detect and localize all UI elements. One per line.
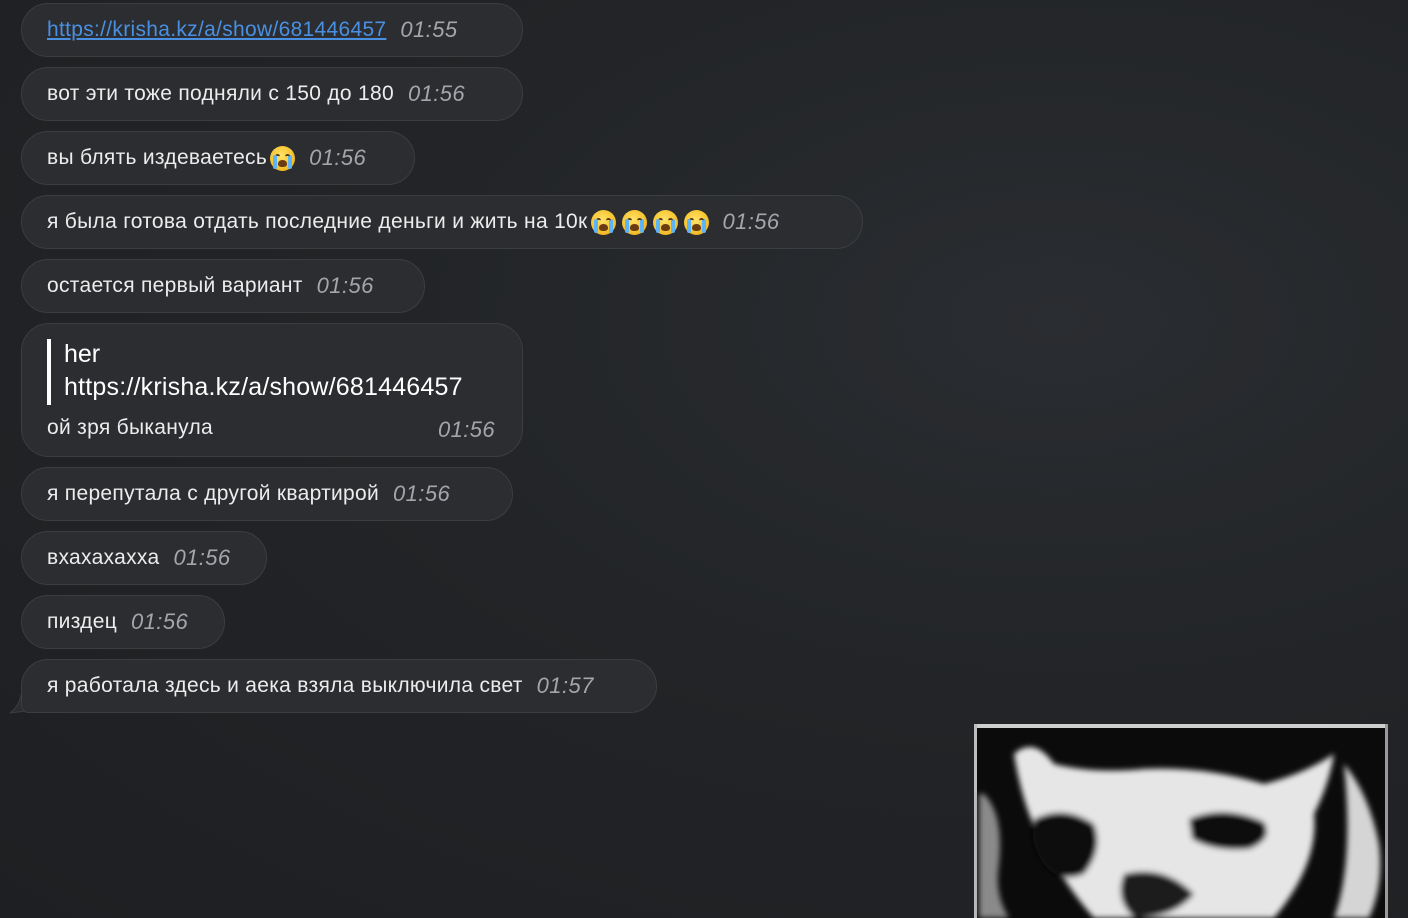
message-text: пиздец [47,610,118,633]
message-bubble[interactable]: https://krisha.kz/a/show/681446457 01:55 [21,3,523,57]
message-link[interactable]: https://krisha.kz/a/show/681446457 [47,18,386,42]
message-text: ой зря быканула [47,416,214,439]
message-bubble[interactable]: вхахахахха 01:56 [21,531,267,585]
message-text: вот эти тоже подняли с 150 до 180 [47,82,394,105]
message-time: 01:56 [437,417,495,442]
message-time: 01:56 [173,545,231,570]
reply-quote[interactable]: her https://krisha.kz/a/show/681446457 [47,339,463,405]
message-bubble[interactable]: я работала здесь и аека взяла выключила … [21,659,657,713]
message-time: 01:56 [316,273,374,298]
message-time: 01:56 [131,609,189,634]
message-text: вхахахахха [47,546,160,569]
photo-thumbnail[interactable] [974,724,1388,918]
reply-quoted-text: https://krisha.kz/a/show/681446457 [64,373,463,401]
loudly-crying-face-icon [270,145,296,171]
cow-image-icon [974,724,1388,918]
message-text: я работала здесь и аека взяла выключила … [47,674,523,697]
message-bubble[interactable]: я была готова отдать последние деньги и … [21,195,863,249]
message-time: 01:57 [536,673,594,698]
message-text: я перепутала с другой квартирой [47,482,380,505]
message-bubble[interactable]: вот эти тоже подняли с 150 до 180 01:56 [21,67,523,121]
message-text: вы блять издеваетесь [47,146,268,169]
chat-area: https://krisha.kz/a/show/681446457 01:55… [0,0,1408,918]
message-time: 01:56 [393,481,451,506]
message-text: я была готова отдать последние деньги и … [47,210,588,233]
message-bubble[interactable]: пиздец 01:56 [21,595,225,649]
loudly-crying-face-icon [683,209,709,235]
message-text: остается первый вариант [47,274,303,297]
message-bubble[interactable]: остается первый вариант 01:56 [21,259,425,313]
loudly-crying-face-icon [652,209,678,235]
message-time: 01:56 [407,81,466,106]
message-time: 01:56 [722,209,780,234]
message-time: 01:56 [309,145,367,170]
message-time: 01:55 [400,17,458,42]
reply-message-bubble[interactable]: her https://krisha.kz/a/show/681446457 о… [21,323,523,457]
loudly-crying-face-icon [590,209,616,235]
reply-author: her [64,340,101,368]
loudly-crying-face-icon [621,209,647,235]
message-bubble[interactable]: я перепутала с другой квартирой 01:56 [21,467,513,521]
message-bubble[interactable]: вы блять издеваетесь 01:56 [21,131,415,185]
